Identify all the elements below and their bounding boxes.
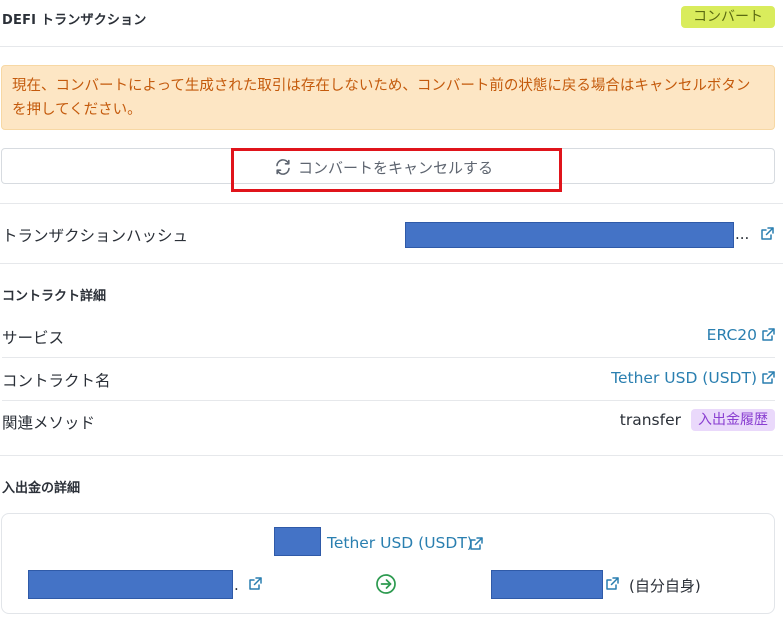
service-label: サービス [2, 329, 65, 347]
external-link-icon[interactable] [469, 537, 483, 551]
method-label: 関連メソッド [2, 414, 96, 432]
self-label: (自分自身) [629, 577, 701, 595]
divider [0, 455, 783, 456]
divider [2, 357, 775, 358]
tx-hash-value-redacted[interactable] [405, 222, 734, 248]
method-name: transfer [619, 411, 681, 429]
contract-name-value: Tether USD (USDT) [611, 369, 775, 387]
info-alert: 現在、コンバートによって生成された取引は存在しないため、コンバート前の状態に戻る… [1, 65, 775, 130]
to-address-redacted[interactable] [491, 570, 603, 599]
transfer-section-title: 入出金の詳細 [2, 481, 81, 496]
cancel-convert-label: コンバートをキャンセルする [298, 158, 494, 177]
convert-status-badge: コンバート [681, 6, 775, 28]
divider [0, 203, 783, 204]
method-badge: 入出金履歴 [691, 409, 775, 431]
cancel-convert-button[interactable]: コンバートをキャンセルする [1, 148, 775, 184]
divider [2, 400, 775, 401]
alert-message: 現在、コンバートによって生成された取引は存在しないため、コンバート前の状態に戻る… [12, 78, 751, 118]
external-link-icon[interactable] [248, 577, 262, 591]
page-header: DEFI トランザクション コンバート [0, 0, 783, 47]
external-link-icon[interactable] [761, 328, 775, 342]
from-address-redacted[interactable] [28, 570, 233, 599]
method-value: transfer 入出金履歴 [620, 409, 775, 431]
tx-hash-ellipsis: ... [735, 225, 750, 243]
service-value: ERC20 [707, 326, 775, 344]
arrow-right-circle-icon [376, 574, 396, 594]
cancel-convert-button-content: コンバートをキャンセルする [274, 157, 493, 177]
service-link[interactable]: ERC20 [707, 326, 757, 344]
divider [0, 263, 783, 264]
token-icon-redacted [274, 527, 321, 556]
refresh-icon [276, 159, 290, 175]
contract-name-link[interactable]: Tether USD (USDT) [611, 369, 757, 387]
contract-name-label: コントラクト名 [2, 372, 111, 390]
external-link-icon[interactable] [760, 227, 774, 241]
tx-hash-label: トランザクションハッシュ [2, 227, 189, 245]
contract-section-title: コントラクト詳細 [2, 289, 107, 304]
external-link-icon[interactable] [761, 371, 775, 385]
external-link-icon[interactable] [605, 577, 619, 591]
page-title: DEFI トランザクション [2, 13, 147, 28]
token-link[interactable]: Tether USD (USDT) [327, 534, 473, 552]
from-address-suffix: . [234, 576, 239, 594]
